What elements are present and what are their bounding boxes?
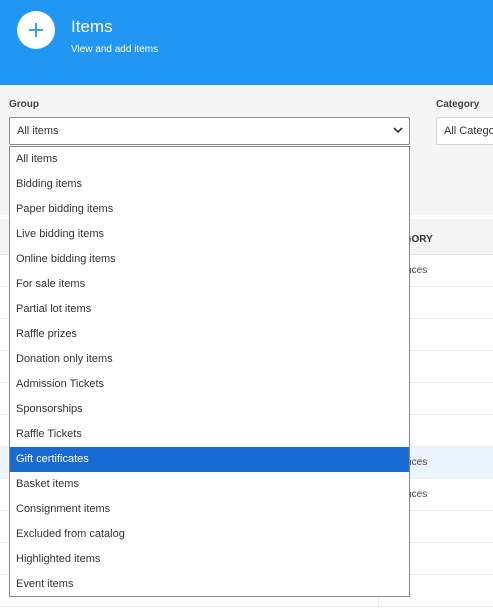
- dropdown-option[interactable]: Gift certificates: [10, 447, 409, 472]
- dropdown-option[interactable]: For sale items: [10, 272, 409, 297]
- dropdown-option[interactable]: Excluded from catalog: [10, 522, 409, 547]
- dropdown-option[interactable]: Bidding items: [10, 172, 409, 197]
- dropdown-option[interactable]: Live bidding items: [10, 222, 409, 247]
- dropdown-option[interactable]: Basket items: [10, 472, 409, 497]
- dropdown-option[interactable]: Raffle Tickets: [10, 422, 409, 447]
- dropdown-option[interactable]: Admission Tickets: [10, 372, 409, 397]
- dropdown-option[interactable]: Event items: [10, 572, 409, 597]
- dropdown-option[interactable]: Highlighted items: [10, 547, 409, 572]
- group-select-value: All items: [17, 125, 59, 137]
- group-select[interactable]: All items: [9, 117, 410, 145]
- dropdown-option[interactable]: Online bidding items: [10, 247, 409, 272]
- page-header: Items View and add items: [0, 0, 493, 85]
- group-dropdown-list: All items Bidding items Paper bidding item…: [9, 146, 410, 597]
- chevron-down-icon: [393, 127, 403, 134]
- dropdown-option[interactable]: Paper bidding items: [10, 197, 409, 222]
- add-item-button[interactable]: [17, 11, 55, 49]
- page-subtitle: View and add items: [71, 44, 159, 55]
- group-label: Group: [9, 99, 39, 110]
- dropdown-option[interactable]: Consignment items: [10, 497, 409, 522]
- page-title: Items: [71, 17, 113, 36]
- category-select-value: All Catego: [444, 125, 493, 137]
- category-select[interactable]: All Catego: [436, 117, 493, 145]
- plus-icon: [29, 23, 43, 37]
- dropdown-option[interactable]: Partial lot items: [10, 297, 409, 322]
- category-label: Category: [436, 99, 480, 110]
- dropdown-option[interactable]: All items: [10, 147, 409, 172]
- dropdown-option[interactable]: Sponsorships: [10, 397, 409, 422]
- dropdown-option[interactable]: Donation only items: [10, 347, 409, 372]
- dropdown-option[interactable]: Raffle prizes: [10, 322, 409, 347]
